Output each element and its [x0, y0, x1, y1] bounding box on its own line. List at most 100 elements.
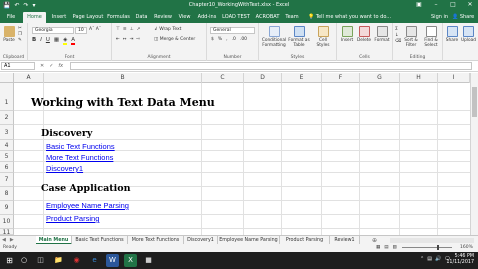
comma-icon[interactable]: ,: [226, 37, 227, 42]
merge-center-button[interactable]: ◫ Merge & Center: [154, 37, 195, 42]
decrease-decimal-icon[interactable]: .00: [240, 37, 247, 42]
link-product-parsing[interactable]: Product Parsing: [46, 214, 99, 223]
link-basic-text-functions[interactable]: Basic Text Functions: [46, 142, 115, 151]
zoom-slider[interactable]: [402, 247, 452, 248]
row-header[interactable]: 5: [0, 151, 14, 162]
tab-view[interactable]: View: [176, 12, 193, 23]
format-as-table-button[interactable]: Format as Table: [287, 26, 311, 48]
row-header[interactable]: 10: [0, 215, 14, 229]
tab-file[interactable]: File: [2, 12, 20, 23]
row-header[interactable]: 8: [0, 187, 14, 201]
tray-up-icon[interactable]: ⌃: [420, 256, 424, 262]
edge-icon[interactable]: e: [88, 254, 101, 267]
chrome-icon[interactable]: ◉: [70, 254, 83, 267]
windows-start-icon[interactable]: ⊞: [3, 254, 16, 267]
column-header[interactable]: B: [44, 73, 202, 83]
find-select-button[interactable]: Find & Select: [421, 26, 441, 48]
excel-taskbar-icon[interactable]: X: [124, 254, 137, 267]
sign-in-link[interactable]: Sign in: [431, 12, 448, 23]
vertical-scrollbar[interactable]: [470, 73, 478, 235]
insert-button[interactable]: Insert: [339, 26, 355, 43]
sort-filter-button[interactable]: Sort & Filter: [401, 26, 421, 48]
tab-home[interactable]: Home: [23, 12, 46, 23]
font-name-dropdown[interactable]: Georgia: [32, 27, 74, 34]
column-header[interactable]: I: [438, 73, 470, 83]
column-header[interactable]: C: [202, 73, 244, 83]
orientation-icon[interactable]: ↗: [137, 27, 141, 32]
center-icon[interactable]: ↔: [123, 37, 127, 42]
top-align-icon[interactable]: ⊤: [116, 27, 120, 32]
increase-font-icon[interactable]: Aˆ: [89, 27, 94, 32]
close-icon[interactable]: ✕: [464, 1, 476, 9]
wrap-text-button[interactable]: ↲ Wrap Text: [154, 27, 181, 32]
column-header[interactable]: E: [282, 73, 322, 83]
underline-icon[interactable]: U: [46, 37, 50, 45]
cancel-icon[interactable]: ✕: [40, 62, 44, 70]
bold-icon[interactable]: B: [32, 37, 36, 45]
discovery-heading[interactable]: Discovery: [41, 128, 92, 139]
tab-acrobat[interactable]: ACROBAT: [254, 12, 281, 23]
page-layout-view-icon[interactable]: ▤: [384, 244, 388, 252]
word-icon[interactable]: W: [106, 254, 119, 267]
row-header[interactable]: 4: [0, 140, 14, 151]
tab-team[interactable]: Team: [283, 12, 301, 23]
formula-input[interactable]: [70, 62, 472, 70]
volume-icon[interactable]: 🔊: [435, 256, 441, 262]
font-size-dropdown[interactable]: 10: [75, 27, 87, 34]
minimize-icon[interactable]: –: [430, 1, 442, 9]
task-view-icon[interactable]: ◫: [34, 254, 47, 267]
app-icon[interactable]: ■: [142, 254, 155, 267]
enter-icon[interactable]: ✓: [49, 62, 53, 70]
delete-button[interactable]: Delete: [356, 26, 372, 43]
zoom-slider-knob[interactable]: [437, 245, 439, 250]
column-header[interactable]: F: [322, 73, 360, 83]
ribbon-options-icon[interactable]: ▣: [413, 1, 425, 9]
format-painter-icon[interactable]: ✎: [18, 38, 22, 44]
share-link[interactable]: 👤 Share: [452, 12, 474, 23]
italic-icon[interactable]: I: [40, 37, 42, 45]
tab-data[interactable]: Data: [133, 12, 150, 23]
row-header[interactable]: 3: [0, 125, 14, 140]
taskbar-search-icon[interactable]: ○: [18, 254, 30, 267]
network-icon[interactable]: ▤: [427, 256, 432, 262]
format-button[interactable]: Format: [373, 26, 391, 43]
row-header[interactable]: 2: [0, 111, 14, 125]
vertical-scroll-thumb[interactable]: [472, 87, 477, 117]
cell-styles-button[interactable]: Cell Styles: [312, 26, 334, 48]
indent-icon[interactable]: ⇨: [136, 37, 140, 42]
middle-align-icon[interactable]: ≡: [123, 27, 127, 32]
borders-icon[interactable]: ▦: [54, 37, 59, 45]
link-discovery1[interactable]: Discovery1: [46, 164, 83, 173]
tab-review[interactable]: Review: [152, 12, 174, 23]
fill-color-icon[interactable]: ◈: [63, 37, 68, 45]
ribbon-share-button[interactable]: Share: [444, 26, 460, 43]
horizontal-scrollbar[interactable]: [390, 238, 474, 243]
maximize-icon[interactable]: □: [447, 1, 459, 9]
column-header[interactable]: A: [14, 73, 44, 83]
decrease-font-icon[interactable]: Aˇ: [96, 27, 101, 32]
file-explorer-icon[interactable]: 📁: [52, 254, 65, 267]
tab-page-layout[interactable]: Page Layout: [72, 12, 104, 23]
upload-button[interactable]: Upload: [460, 26, 477, 43]
normal-view-icon[interactable]: ▦: [376, 244, 380, 252]
percent-icon[interactable]: %: [218, 37, 222, 42]
function-icon[interactable]: fx: [58, 62, 63, 70]
align-left-icon[interactable]: ⇤: [116, 37, 120, 42]
link-more-text-functions[interactable]: More Text Functions: [46, 153, 113, 162]
row-header[interactable]: 1: [0, 83, 14, 111]
tab-add-ins[interactable]: Add-ins: [196, 12, 218, 23]
currency-icon[interactable]: $: [211, 37, 214, 42]
name-box[interactable]: A1: [1, 62, 35, 70]
column-header[interactable]: D: [244, 73, 282, 83]
tab-load-test[interactable]: LOAD TEST: [220, 12, 252, 23]
row-header[interactable]: 7: [0, 173, 14, 187]
font-color-icon[interactable]: A: [71, 37, 76, 45]
conditional-formatting-button[interactable]: Conditional Formatting: [261, 26, 287, 48]
page-break-view-icon[interactable]: ▧: [393, 244, 397, 252]
taskbar-clock[interactable]: 5:46 PM 11/11/2017: [446, 254, 474, 266]
row-header[interactable]: 9: [0, 201, 14, 215]
column-header[interactable]: H: [400, 73, 438, 83]
select-all-corner[interactable]: [0, 73, 14, 83]
row-header[interactable]: 6: [0, 162, 14, 173]
case-application-heading[interactable]: Case Application: [41, 183, 130, 194]
